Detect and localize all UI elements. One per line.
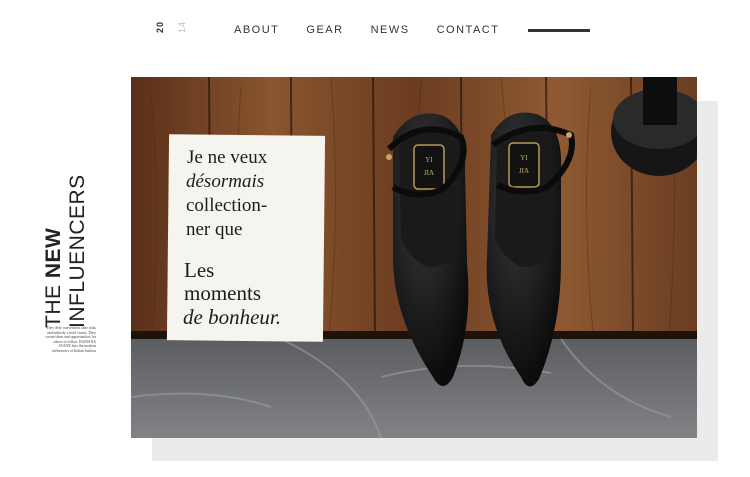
left-insole-logo [413, 144, 445, 190]
nav-gear[interactable]: GEAR [306, 24, 343, 36]
year-part-1: 20 [155, 20, 166, 34]
quote-card: Je ne veux désormais collection- ner que… [166, 134, 326, 342]
right-insole-logo [508, 142, 540, 188]
card-line-7: de bonheur. [183, 305, 281, 329]
svg-text:JIA: JIA [424, 169, 434, 177]
headline-new: NEW [42, 227, 65, 279]
headline-line-1: THE NEW [42, 228, 66, 328]
svg-text:JIA: JIA [519, 167, 529, 175]
stone-floor [131, 339, 697, 438]
card-line-2: désormais [186, 171, 264, 192]
headline-line-2: INFLUENCERS [66, 174, 89, 328]
year-label: 20 14 [152, 18, 187, 38]
nav-active-bar [528, 28, 591, 32]
nav-contact[interactable]: CONTACT [437, 24, 500, 36]
card-line-5: Les [184, 258, 214, 282]
svg-text:YI: YI [520, 154, 528, 162]
card-line-4: ner que [186, 219, 242, 240]
intro-blurb: They defy convention, take risks and emb… [45, 326, 96, 353]
year-part-2: 14 [177, 20, 188, 34]
nav-news[interactable]: NEWS [371, 24, 410, 36]
card-line-3: collection- [186, 195, 267, 216]
card-line-6: moments [184, 281, 261, 305]
svg-text:YI: YI [425, 156, 433, 164]
headline-the: THE [42, 278, 65, 329]
card-line-1: Je ne veux [187, 147, 268, 168]
vertical-headline: THE NEW INFLUENCERS [40, 158, 100, 328]
hero-image: Je ne veux désormais collection- ner que… [131, 77, 697, 438]
main-nav: ABOUT GEAR NEWS CONTACT [234, 22, 591, 38]
nav-about[interactable]: ABOUT [234, 24, 279, 36]
